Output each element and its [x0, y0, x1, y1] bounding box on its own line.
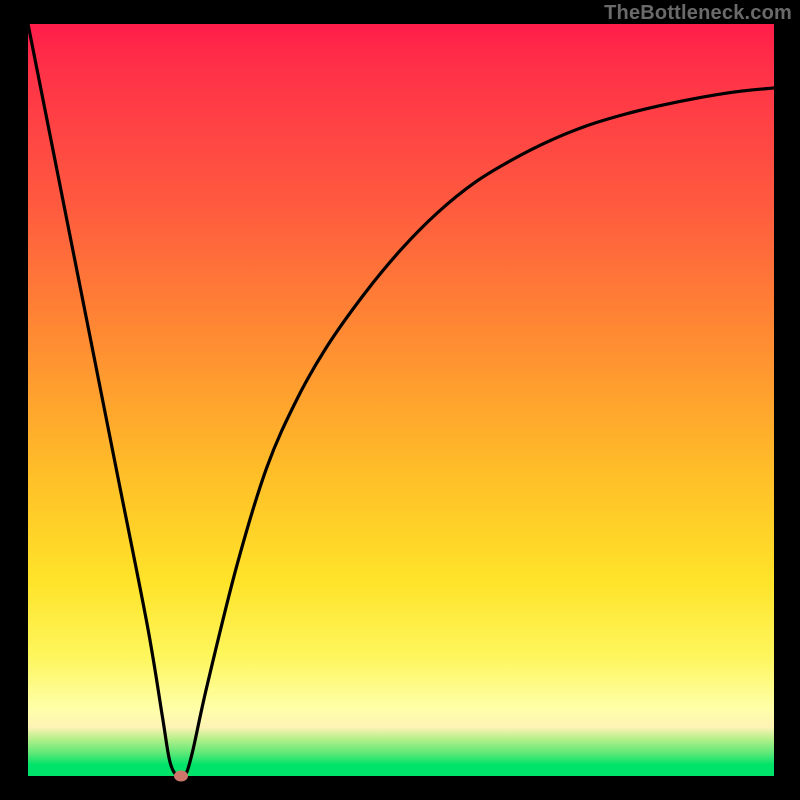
optimal-point-marker — [174, 771, 188, 782]
plot-gradient-background — [28, 24, 774, 776]
chart-frame: TheBottleneck.com — [0, 0, 800, 800]
watermark-label: TheBottleneck.com — [604, 2, 792, 25]
